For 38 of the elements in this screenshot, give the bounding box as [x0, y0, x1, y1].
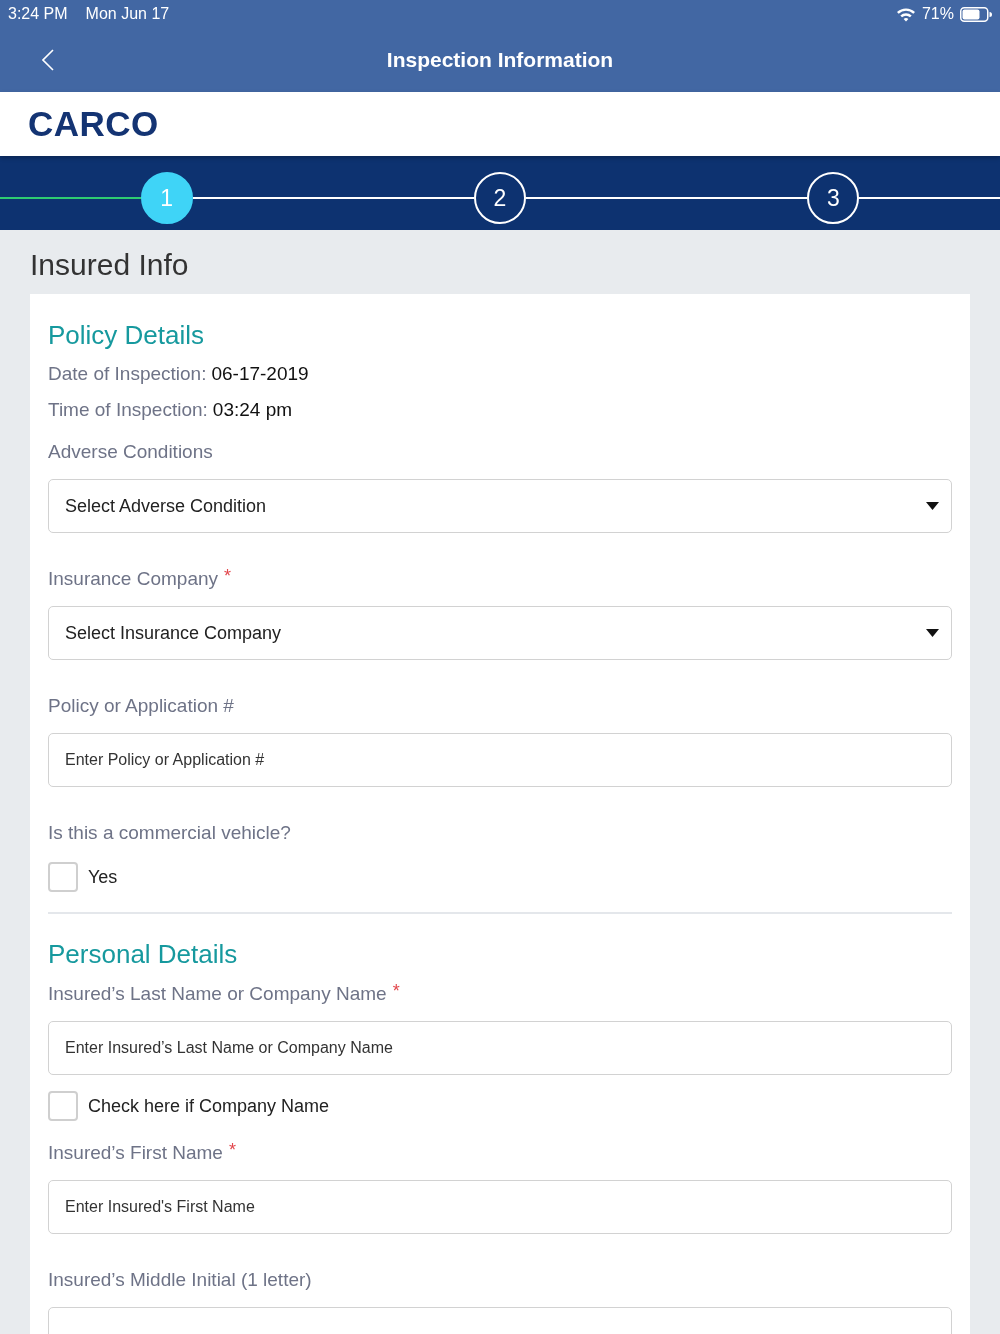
battery-icon	[960, 6, 992, 22]
info-value: 03:24 pm	[212, 398, 293, 422]
section-title: Policy Details	[48, 319, 206, 351]
logo: CARCO	[28, 104, 159, 144]
step-indicator[interactable]: 2	[474, 172, 526, 224]
dropdown-field[interactable]: Select Adverse Condition	[48, 479, 952, 533]
field-label: Policy or Application #	[48, 694, 234, 718]
field-label: Insured’s Last Name or Company Name	[48, 982, 387, 1006]
checkbox[interactable]	[48, 862, 78, 892]
screen-title: Inspection Information	[386, 48, 614, 72]
status-time: 3:24 PM	[8, 5, 68, 23]
field-label: Insured’s Middle Initial (1 letter)	[48, 1268, 312, 1292]
page-title: Insured Info	[29, 247, 190, 283]
info-value: 06-17-2019	[211, 362, 309, 386]
battery-percentage: 71%	[921, 5, 954, 23]
wifi-icon	[895, 6, 916, 22]
info-label: Date of Inspection:	[48, 362, 207, 386]
section-title: Personal Details	[48, 938, 239, 970]
caret-down-icon	[926, 502, 939, 510]
text-field[interactable]: Enter Insured's First Name	[48, 1180, 952, 1234]
info-label: Time of Inspection:	[48, 398, 208, 422]
field-label: Insurance Company	[48, 567, 219, 591]
text-field[interactable]: Enter Policy or Application #	[48, 733, 952, 787]
caret-down-icon	[926, 629, 939, 637]
field-label: Insured’s First Name	[48, 1141, 223, 1165]
field-label: Adverse Conditions	[48, 440, 213, 464]
text-field[interactable]: Enter Insured’s Last Name or Company Name	[48, 1021, 952, 1075]
step-indicator[interactable]: 3	[807, 172, 860, 224]
required-mark: *	[224, 566, 232, 586]
required-mark: *	[228, 1140, 236, 1160]
chevron-left-icon	[42, 49, 54, 71]
checkbox-label: Yes	[88, 866, 118, 888]
status-date: Mon Jun 17	[85, 5, 170, 23]
required-mark: *	[392, 981, 400, 1001]
checkbox[interactable]	[48, 1091, 78, 1121]
question-label: Is this a commercial vehicle?	[48, 821, 291, 845]
dropdown-field[interactable]: Select Insurance Company	[48, 606, 952, 660]
checkbox-label: Check here if Company Name	[88, 1095, 330, 1117]
